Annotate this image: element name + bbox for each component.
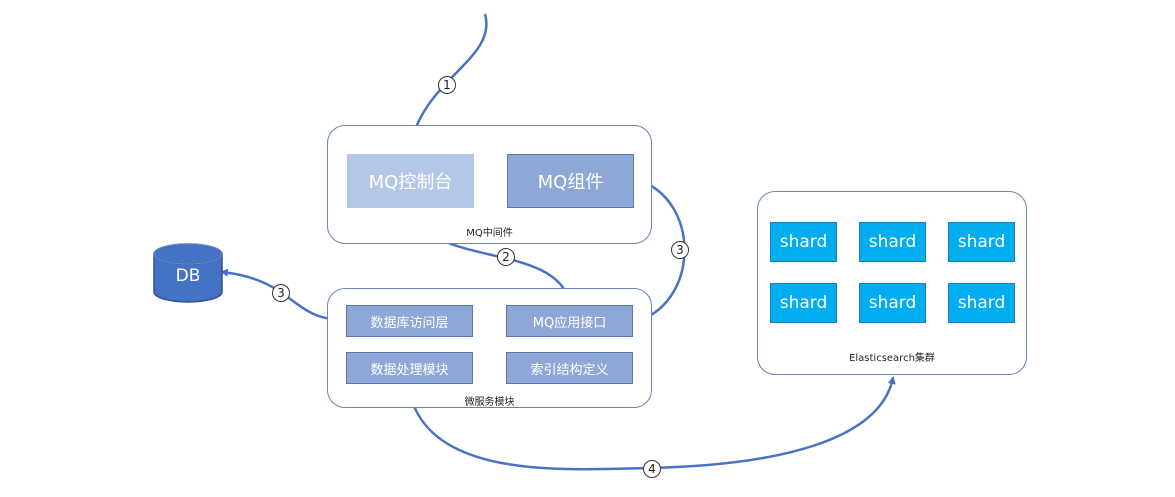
step-2-marker: 2 (497, 248, 515, 266)
shard-3[interactable]: shard (948, 222, 1015, 262)
shard-5[interactable]: shard (859, 283, 926, 323)
db-label: DB (175, 266, 201, 286)
shard-1[interactable]: shard (770, 222, 837, 262)
step-3-component-marker: 3 (671, 241, 689, 259)
mq-application-interface-box[interactable]: MQ应用接口 (506, 305, 633, 337)
step-3-db-marker: 3 (272, 284, 290, 302)
data-processing-module-box[interactable]: 数据处理模块 (346, 352, 473, 384)
mq-component-box[interactable]: MQ组件 (507, 154, 634, 208)
elasticsearch-label: Elasticsearch集群 (849, 353, 935, 364)
microservice-label: 微服务模块 (464, 397, 515, 408)
elasticsearch-cluster-container: shard shard shard shard shard shard Elas… (757, 191, 1027, 375)
shard-2[interactable]: shard (859, 222, 926, 262)
step-4-marker: 4 (643, 460, 661, 478)
step-1-marker: 1 (438, 76, 456, 94)
shard-4[interactable]: shard (770, 283, 837, 323)
mq-middleware-label: MQ中间件 (466, 228, 513, 239)
microservice-container: 数据库访问层 MQ应用接口 数据处理模块 索引结构定义 微服务模块 (327, 288, 652, 408)
index-structure-definition-box[interactable]: 索引结构定义 (506, 352, 633, 384)
mq-console-box[interactable]: MQ控制台 (347, 154, 474, 208)
mq-middleware-container: MQ控制台 MQ组件 MQ中间件 (327, 125, 652, 244)
shard-6[interactable]: shard (948, 283, 1015, 323)
db-access-layer-box[interactable]: 数据库访问层 (346, 305, 473, 337)
